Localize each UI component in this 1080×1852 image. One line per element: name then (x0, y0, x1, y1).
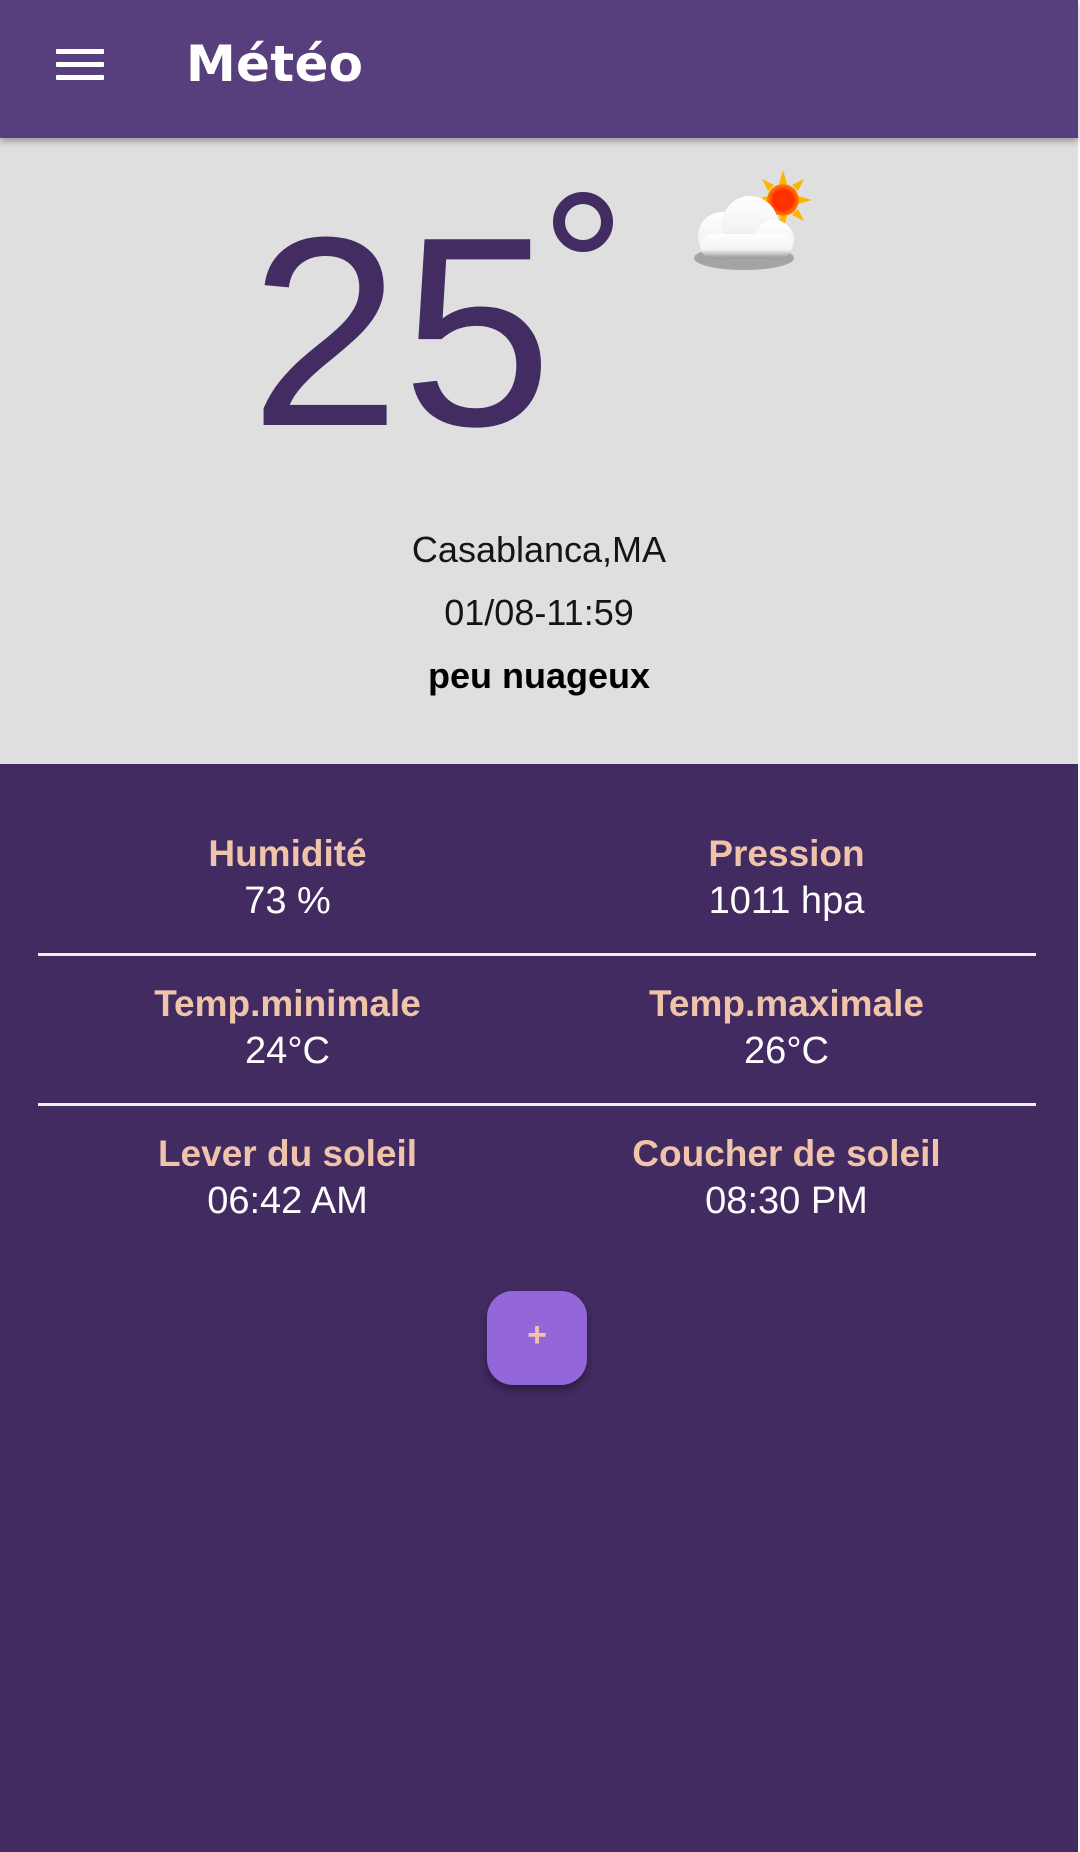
degree-icon (553, 192, 613, 252)
add-button-label: + (527, 1316, 547, 1354)
humidity-label: Humidité (208, 833, 367, 874)
menu-icon[interactable] (56, 47, 104, 83)
temp-max-label: Temp.maximale (649, 983, 924, 1024)
sunrise-label: Lever du soleil (157, 1133, 418, 1174)
menu-icon-bar (56, 75, 104, 80)
details-row: Temp.minimale 24°C Temp.maximale 26°C (38, 914, 1036, 1072)
datetime-label: 01/08-11:59 (444, 592, 634, 633)
sunrise-value: 06:42 AM (207, 1180, 368, 1222)
current-weather-panel: 25 Casablanca,MA 01/08-11:59 peu nuageux (0, 138, 1078, 764)
details-row: Humidité 73 % Pression 1011 hpa (38, 764, 1036, 922)
app-bar: Météo (0, 0, 1078, 138)
city-label: Casablanca,MA (411, 529, 667, 570)
sunset-value: 08:30 PM (705, 1180, 868, 1222)
temperature-value: 25 (250, 182, 555, 483)
partly-cloudy-icon (694, 170, 812, 270)
sunset-label: Coucher de soleil (632, 1133, 941, 1174)
weather-app: Météo 25 Casablanca,MA 01/08-11:59 peu n… (0, 0, 1078, 1852)
pressure-label: Pression (708, 833, 865, 874)
menu-icon-bar (56, 49, 104, 54)
page-title: Météo (186, 35, 364, 93)
menu-icon-bar (56, 62, 104, 67)
temp-min-label: Temp.minimale (154, 983, 421, 1024)
details-row: Lever du soleil 06:42 AM Coucher de sole… (38, 1064, 1036, 1222)
add-button[interactable]: + (487, 1291, 587, 1385)
weather-description: peu nuageux (427, 655, 651, 696)
weather-details-panel: Humidité 73 % Pression 1011 hpa Temp.min… (0, 764, 1078, 1852)
